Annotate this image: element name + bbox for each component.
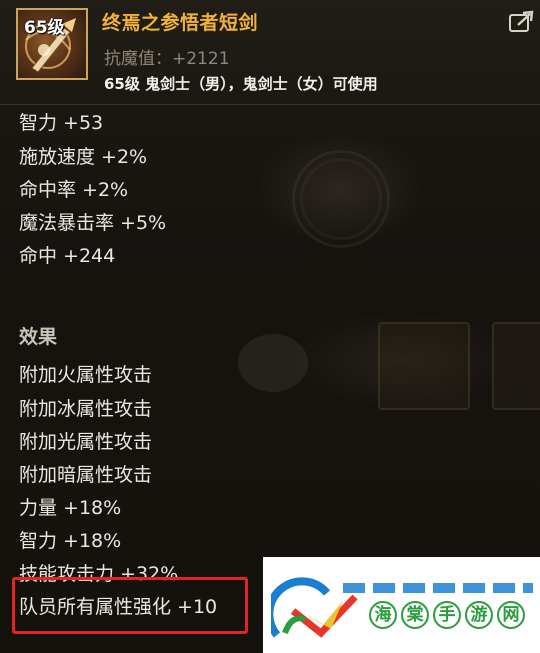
effect-line: 智力 +18% [19,530,122,552]
item-name: 终焉之参悟者短剑 [102,12,259,34]
watermark-char: 游 [465,601,493,629]
effect-line: 附加光属性攻击 [19,431,153,453]
watermark-char: 手 [433,601,461,629]
stat-line: 命中率 +2% [19,179,129,201]
watermark-char: 海 [369,601,397,629]
stat-line: 智力 +53 [19,112,104,134]
share-arrow-icon[interactable] [508,10,536,34]
stat-line: 命中 +244 [19,245,116,267]
watermark-char: 网 [497,601,525,629]
magic-resist-value: 抗魔值：+2121 [104,49,230,69]
effect-line: 附加火属性攻击 [19,364,153,386]
effect-line: 附加暗属性攻击 [19,464,153,486]
watermark-logo-icon [271,577,358,638]
item-tooltip: 65级 终焉之参悟者短剑 抗魔值：+2121 65级 鬼剑士（男），鬼剑士（女）… [0,0,540,653]
site-watermark: 海棠手游网 [263,557,540,653]
item-level-badge: 65级 [24,18,65,38]
stat-line: 施放速度 +2% [19,146,148,168]
usable-classes: 65级 鬼剑士（男），鬼剑士（女）可使用 [104,75,378,93]
watermark-char: 棠 [401,601,429,629]
tooltip-header: 65级 终焉之参悟者短剑 抗魔值：+2121 65级 鬼剑士（男），鬼剑士（女）… [0,0,540,105]
stat-line: 魔法暴击率 +5% [19,212,167,234]
watermark-text: 海棠手游网 [369,601,529,629]
effect-line: 力量 +18% [19,497,122,519]
highlight-box [12,577,248,634]
effects-title: 效果 [19,326,58,348]
watermark-stripe [343,583,533,593]
effect-line: 附加冰属性攻击 [19,398,153,420]
